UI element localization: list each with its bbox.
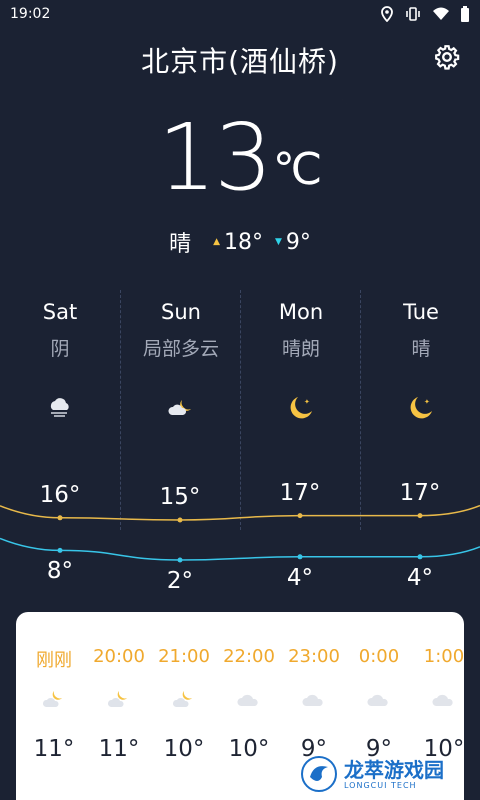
svg-text:✦: ✦ [304,398,310,406]
hour-time: 22:00 [223,646,275,667]
low-temp-point [297,554,303,560]
high-temp-point [297,513,303,519]
status-time: 19:02 [10,6,51,22]
cloud-icon [432,694,453,706]
low-temp-point [417,554,423,560]
hour-time: 23:00 [288,646,340,667]
low-temp-point [57,547,63,553]
hour-temp: 11° [33,736,75,762]
battery-icon [461,6,469,22]
today-summary: 晴 ▲ 18° ▼ 9° [0,226,480,258]
partly-cloudy-night-icon [42,691,62,707]
high-temp-point [177,517,183,523]
low-arrow-icon: ▼ [275,237,282,247]
watermark-subtitle: LONGCUI TECH [344,780,417,790]
hourly-item[interactable]: 21:00 10° [152,612,216,800]
location-icon [381,6,393,22]
partly-cloudy-night-icon [107,691,127,707]
hour-time: 刚刚 [36,650,72,671]
hour-time: 20:00 [93,646,145,667]
high-temp-label: 17° [399,479,441,506]
hour-time: 0:00 [358,646,400,667]
partly-cloudy-night-icon [172,691,192,707]
city-title[interactable]: 北京市(酒仙桥) [0,40,480,80]
hour-temp: 11° [98,736,140,762]
day-name: Mon [278,300,324,324]
hour-time: 1:00 [423,646,464,667]
vibrate-icon [406,7,420,21]
low-temp-line [0,537,480,561]
day-name: Tue [403,300,439,324]
temperature-unit: ℃ [272,144,323,195]
low-temp-label: 2° [166,568,194,594]
cloud-fog-icon [50,398,69,417]
current-temperature: 13 ℃ [0,108,480,208]
day-condition: 晴朗 [281,338,320,360]
high-temp-label: 17° [279,479,321,506]
wifi-icon [433,7,449,20]
cloud-icon [237,694,258,706]
watermark-emblem-icon [301,756,337,792]
day-name: Sat [42,300,78,324]
hourly-item[interactable]: 22:00 10° [217,612,281,800]
low-temp-label: 4° [286,564,314,591]
hourly-item[interactable]: 刚刚 11° [22,612,86,800]
high-temp-label: 16° [39,481,81,508]
svg-text:✦: ✦ [424,398,430,406]
high-temp-point [417,513,423,519]
low-temp-point [177,557,183,563]
status-bar: 19:02 [0,0,480,28]
partly-cloudy-night-icon [168,400,191,415]
low-temp-label: 8° [46,558,74,585]
moon-stars-icon: ✦ [290,397,312,419]
moon-stars-icon: ✦ [410,397,432,419]
temperature-value: 13 [157,104,273,211]
current-condition: 晴 [169,232,192,257]
watermark-title: 龙萃游戏园 [344,757,444,782]
hour-temp: 10° [228,736,270,762]
hourly-item[interactable]: 20:00 11° [87,612,151,800]
day-condition: 晴 [411,338,431,360]
cloud-icon [367,694,388,706]
hour-temp: 10° [163,736,205,762]
gear-icon[interactable] [434,44,460,70]
high-temp-point [57,515,63,521]
today-low: 9° [285,229,311,255]
cloud-icon [302,694,323,706]
day-name: Sun [161,300,201,324]
day-condition: 阴 [50,338,70,360]
hour-time: 21:00 [158,646,210,667]
low-temp-label: 4° [406,564,434,591]
watermark-logo: 龙萃游戏园 LONGCUI TECH [300,752,470,796]
today-high: 18° [224,229,263,255]
high-arrow-icon: ▲ [213,237,220,247]
day-condition: 局部多云 [142,338,219,360]
high-temp-label: 15° [159,484,201,510]
temperature-curves: 16° 8° 15° 2° 17° 4° 17° 4° [0,480,480,610]
